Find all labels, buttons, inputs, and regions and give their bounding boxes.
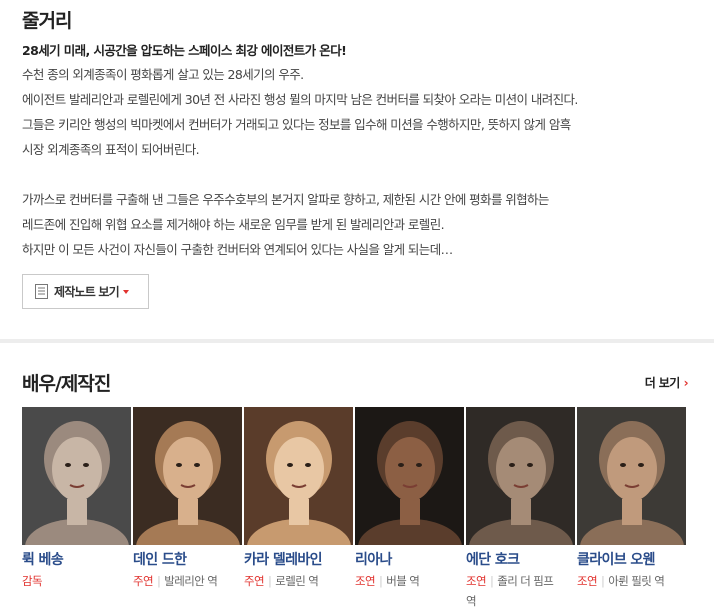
cast-name[interactable]: 에단 호크	[466, 549, 520, 569]
more-label: 더 보기	[644, 376, 681, 390]
plot-line: 수천 종의 외계종족이 평화롭게 살고 있는 28세기의 우주.	[22, 67, 304, 82]
cast-section-title: 배우/제작진	[22, 373, 111, 395]
plot-line: 가까스로 컨버터를 구출해 낸 그들은 우주수호부의 본거지 알파로 향하고, …	[22, 192, 549, 207]
cast-role-separator: |	[156, 574, 161, 588]
plot-lead-text: 28세기 미래, 시공간을 압도하는 스페이스 최강 에이전트가 온다!	[22, 43, 347, 58]
cast-role-type: 조연	[355, 574, 376, 588]
cast-photo[interactable]	[244, 407, 353, 545]
cast-role-line: 조연 | 아륀 필릿 역	[577, 571, 677, 591]
production-notes-button[interactable]: 제작노트 보기	[22, 274, 149, 309]
cast-name[interactable]: 카라 델레바인	[244, 549, 323, 569]
section-divider	[0, 339, 714, 343]
plot-line: 하지만 이 모든 사건이 자신들이 구출한 컨버터와 연계되어 있다는 사실을 …	[22, 242, 453, 257]
production-notes-label: 제작노트 보기	[54, 285, 120, 299]
cast-photo[interactable]	[577, 407, 686, 545]
cast-role-type: 조연	[577, 574, 598, 588]
cast-role-line: 주연 | 발레리안 역	[133, 571, 233, 591]
cast-name[interactable]: 뤽 베송	[22, 549, 64, 569]
cast-role-type: 주연	[133, 574, 154, 588]
cast-role-separator: |	[378, 574, 383, 588]
cast-role-separator: |	[489, 574, 494, 588]
cast-role: 발레리안 역	[164, 574, 218, 588]
cast-role-separator: |	[267, 574, 272, 588]
cast-role-type: 조연	[466, 574, 487, 588]
plot-line: 에이전트 발레리안과 로렐린에게 30년 전 사라진 행성 뮐의 마지막 남은 …	[22, 92, 578, 107]
cast-role-type: 주연	[244, 574, 265, 588]
cast-photo[interactable]	[355, 407, 464, 545]
plot-body: 수천 종의 외계종족이 평화롭게 살고 있는 28세기의 우주. 에이전트 발레…	[22, 62, 702, 262]
cast-card[interactable]: 리아나 조연 | 버블 역	[355, 407, 466, 616]
cast-role: 로렐린 역	[275, 574, 319, 588]
cast-name[interactable]: 데인 드한	[133, 549, 187, 569]
caret-down-icon	[122, 289, 129, 294]
cast-role-line: 조연 | 졸리 더 핌프 역	[466, 571, 566, 611]
document-icon	[35, 284, 48, 299]
cast-photo[interactable]	[22, 407, 131, 545]
plot-section-title: 줄거리	[22, 10, 72, 32]
plot-line: 그들은 키리안 행성의 빅마켓에서 컨버터가 거래되고 있다는 정보를 입수해 …	[22, 117, 571, 132]
cast-role: 버블 역	[386, 574, 420, 588]
cast-card[interactable]: 카라 델레바인 주연 | 로렐린 역	[244, 407, 355, 616]
cast-list: 뤽 베송 감독 데인 드한 주연 | 발레리안 역 카라 델레바인 주연 | 로렐린 역 리아나 조연…	[22, 407, 688, 616]
cast-card[interactable]: 데인 드한 주연 | 발레리안 역	[133, 407, 244, 616]
plot-line: 레드존에 진입해 위협 요소를 제거해야 하는 새로운 임무를 받게 된 발레리…	[22, 217, 445, 232]
plot-line: 시장 외계종족의 표적이 되어버린다.	[22, 142, 200, 157]
cast-card[interactable]: 에단 호크 조연 | 졸리 더 핌프 역	[466, 407, 577, 616]
cast-card[interactable]: 클라이브 오웬 조연 | 아륀 필릿 역	[577, 407, 688, 616]
cast-more-link[interactable]: 더 보기 ›	[644, 374, 689, 391]
cast-name[interactable]: 리아나	[355, 549, 392, 569]
cast-photo[interactable]	[466, 407, 575, 545]
chevron-right-icon: ›	[683, 375, 689, 390]
cast-role-line: 주연 | 로렐린 역	[244, 571, 344, 591]
plot-paragraph-gap	[22, 162, 702, 187]
cast-role-line: 조연 | 버블 역	[355, 571, 455, 591]
cast-photo[interactable]	[133, 407, 242, 545]
cast-name[interactable]: 클라이브 오웬	[577, 549, 656, 569]
cast-role-separator: |	[600, 574, 605, 588]
cast-role-line: 감독	[22, 571, 122, 591]
cast-role-type: 감독	[22, 574, 43, 588]
cast-role: 아륀 필릿 역	[608, 574, 665, 588]
cast-card[interactable]: 뤽 베송감독	[22, 407, 133, 616]
